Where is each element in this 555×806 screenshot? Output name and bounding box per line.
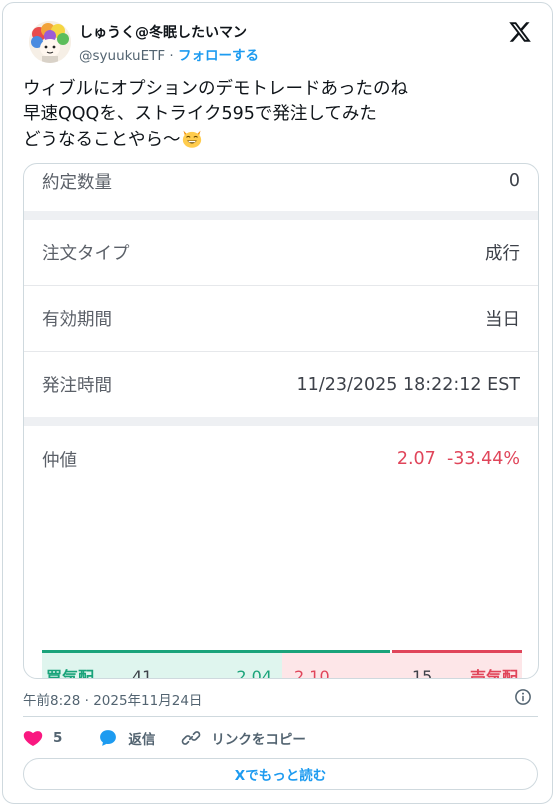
handle-row: @syuukuETF · フォローする [79, 44, 259, 64]
display-name[interactable]: しゅうく@冬眠したいマン [79, 22, 247, 42]
ask-label: 売気配 [469, 668, 518, 679]
section-divider [24, 417, 538, 426]
attached-image[interactable]: 約定数量 0 注文タイプ 成行 有効期間 当日 発注時間 11/23/2025 … [23, 163, 539, 679]
bid-label: 買気配 [46, 668, 95, 679]
reply-button[interactable]: 返信 [98, 728, 155, 748]
validity-row: 有効期間 当日 [24, 286, 538, 351]
order-type-value: 成行 [485, 244, 520, 264]
avatar-illustration [29, 21, 71, 63]
mid-price-label: 仲値 [42, 450, 77, 471]
like-count: 5 [53, 730, 63, 746]
tweet-timestamp[interactable]: 午前8:28 · 2025年11月24日 [23, 689, 202, 709]
like-button[interactable]: 5 [23, 728, 62, 748]
mid-price-value: 2.07 [396, 449, 436, 469]
order-type-label: 注文タイプ [42, 244, 130, 264]
avatar[interactable] [29, 21, 71, 63]
action-bar: 5 返信 リンクをコピー [23, 727, 306, 749]
bid-quote[interactable]: 買気配 41 2.04 [42, 653, 282, 679]
validity-label: 有効期間 [42, 310, 112, 330]
mid-price-row: 仲値 2.07 -33.44% [24, 426, 538, 492]
follow-button[interactable]: フォローする [178, 48, 259, 64]
reply-bubble-icon [100, 730, 117, 746]
link-icon [182, 731, 201, 745]
handle-separator: · [165, 48, 179, 64]
ask-qty: 15 [412, 666, 433, 679]
order-type-row: 注文タイプ 成行 [24, 220, 538, 285]
bid-price: 2.04 [236, 666, 272, 679]
contract-qty-label: 約定数量 [42, 172, 112, 193]
section-divider [24, 211, 538, 220]
tweet-line: ウィブルにオプションのデモトレードあったのね [23, 79, 408, 99]
copy-link-label: リンクをコピー [211, 732, 306, 748]
bid-qty: 41 [132, 666, 153, 679]
read-more-button[interactable]: Xでもっと読む [23, 758, 538, 790]
ask-quote[interactable]: 2.10 15 売気配 [282, 653, 522, 679]
tweet-line: 早速QQQを、ストライク595で発注してみた [23, 104, 377, 124]
contract-qty-value: 0 [508, 171, 520, 191]
mid-price-change: -33.44% [446, 449, 520, 469]
grinning-cat-emoji-icon [182, 130, 201, 148]
info-icon[interactable] [514, 688, 532, 706]
footer-divider [23, 716, 538, 717]
user-handle[interactable]: @syuukuETF [79, 48, 165, 64]
order-time-label: 発注時間 [42, 376, 112, 396]
tweet-text: ウィブルにオプションのデモトレードあったのね 早速QQQを、ストライク595で発… [23, 77, 538, 153]
tweet-card: しゅうく@冬眠したいマン @syuukuETF · フォローする ウィブルにオプ… [2, 2, 553, 804]
tweet-line-with-emoji: どうなることやら〜 [23, 127, 538, 153]
x-logo-icon[interactable] [508, 20, 532, 44]
order-time-value: 11/23/2025 18:22:12 EST [296, 374, 520, 395]
validity-value: 当日 [485, 310, 520, 330]
ask-price: 2.10 [294, 666, 330, 679]
mid-price-values: 2.07 -33.44% [397, 449, 520, 469]
reply-label: 返信 [128, 732, 156, 748]
tweet-line: どうなることやら〜 [23, 130, 181, 150]
copy-link-button[interactable]: リンクをコピー [181, 728, 306, 748]
contract-qty-row: 約定数量 0 [24, 166, 538, 196]
heart-icon [23, 731, 43, 746]
order-time-row: 発注時間 11/23/2025 18:22:12 EST [24, 352, 538, 417]
